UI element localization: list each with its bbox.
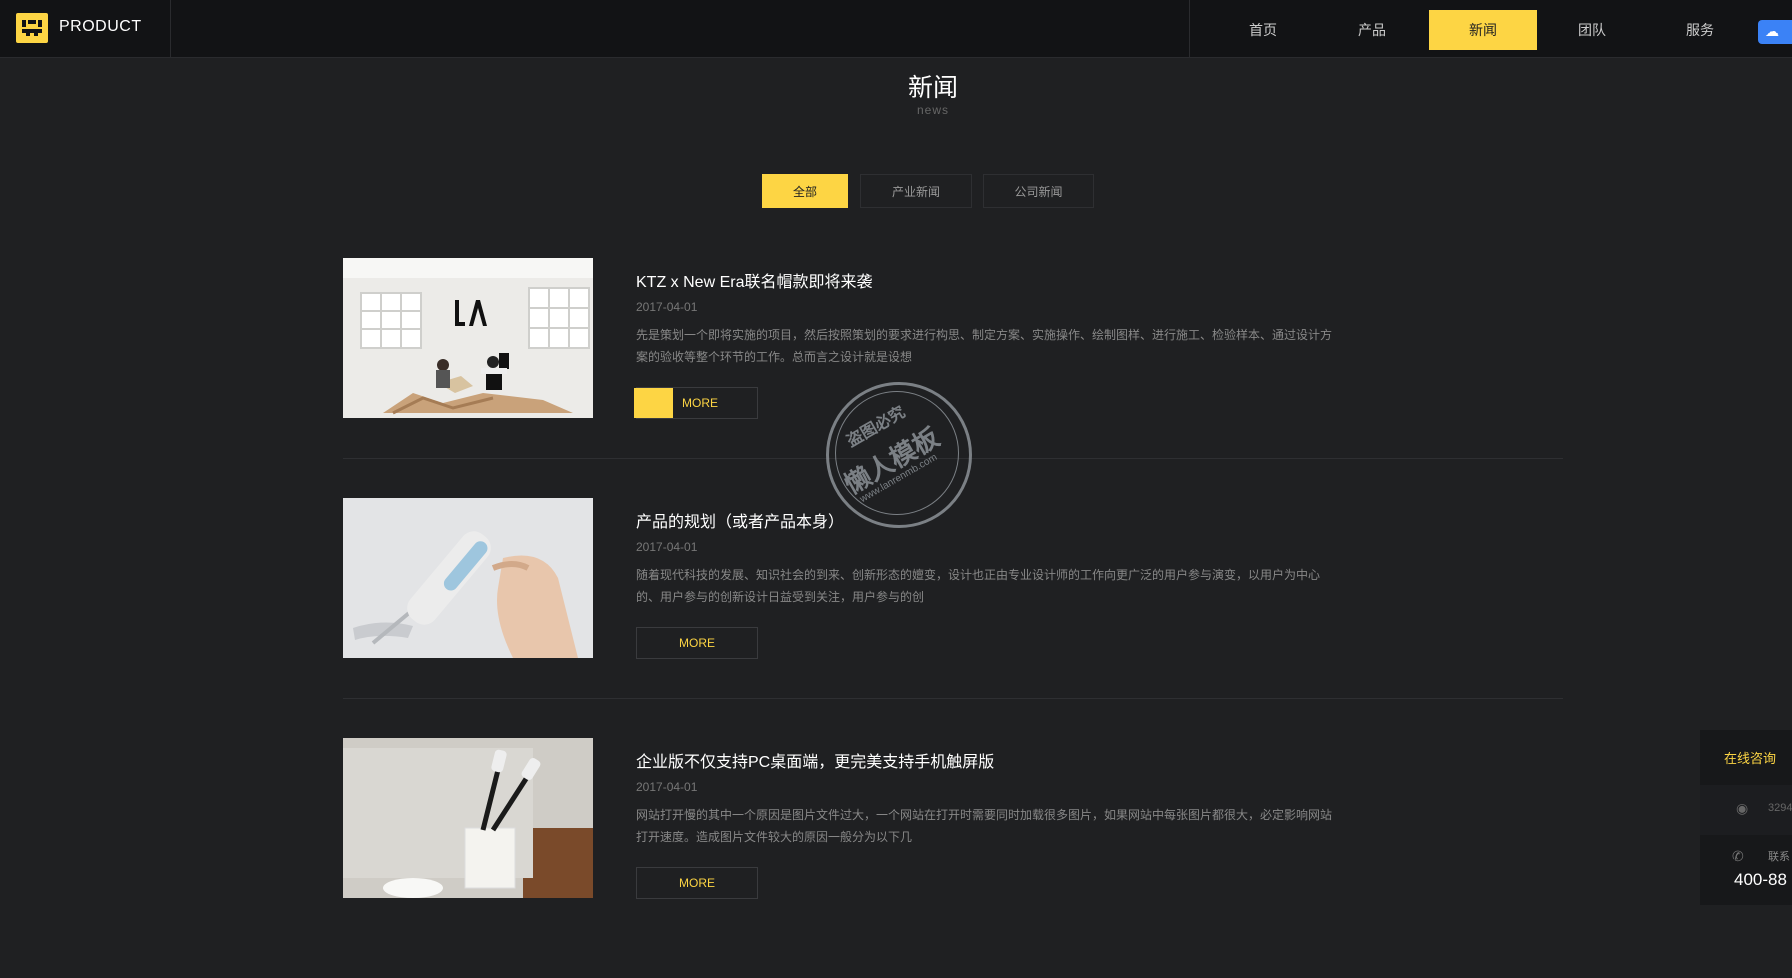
news-thumbnail[interactable]	[343, 498, 593, 658]
qq-icon: ◉	[1736, 800, 1749, 816]
news-description: 先是策划一个即将实施的项目，然后按照策划的要求进行构思、制定方案、实施操作、绘制…	[636, 328, 1333, 364]
more-button[interactable]: MORE	[634, 387, 758, 419]
more-hover-fill	[634, 388, 673, 418]
news-description: 网站打开慢的其中一个原因是图片文件过大，一个网站在打开时需要同时加载很多图片，如…	[636, 808, 1333, 844]
filter-tab-all[interactable]: 全部	[762, 174, 848, 208]
phone-number[interactable]: 400-88	[1734, 870, 1787, 890]
news-date: 2017-04-01	[636, 300, 698, 314]
news-title[interactable]: 企业版不仅支持PC桌面端，更完美支持手机触屏版	[636, 748, 994, 772]
brand-name[interactable]: PRODUCT	[59, 18, 142, 36]
page-title: 新闻	[907, 74, 958, 102]
cloud-icon: ☁	[1765, 23, 1779, 39]
top-header: PRODUCT 首页 产品 新闻 团队 服务 ☁	[0, 0, 1792, 58]
qq-number[interactable]: 3294	[1768, 802, 1792, 814]
online-consult-panel: 在线咨询 ◉ 3294 ✆ 联系 400-88	[1700, 730, 1792, 905]
more-button[interactable]: MORE	[636, 627, 758, 659]
news-title[interactable]: 产品的规划（或者产品本身）	[636, 508, 844, 532]
news-item: 产品的规划（或者产品本身） 2017-04-01 随着现代科技的发展、知识社会的…	[343, 498, 1563, 738]
header-divider	[170, 0, 171, 57]
news-title[interactable]: KTZ x New Era联名帽款即将来袭	[636, 268, 872, 292]
news-date: 2017-04-01	[636, 780, 698, 794]
logo-icon[interactable]	[16, 13, 48, 43]
more-label: MORE	[682, 396, 718, 410]
news-thumbnail[interactable]	[343, 738, 593, 898]
news-item: 企业版不仅支持PC桌面端，更完美支持手机触屏版 2017-04-01 网站打开慢…	[343, 738, 1563, 978]
header-divider	[1189, 0, 1190, 57]
news-date: 2017-04-01	[636, 540, 698, 554]
divider	[343, 698, 1563, 699]
more-button[interactable]: MORE	[636, 867, 758, 899]
consult-title[interactable]: 在线咨询	[1724, 748, 1776, 767]
nav-item-services[interactable]: 服务	[1646, 10, 1754, 50]
filter-tab-company-news[interactable]: 公司新闻	[983, 174, 1094, 208]
nav-item-news[interactable]: 新闻	[1429, 10, 1537, 50]
watermark-stamp: 盗图必究 懒人模板 www.lanrenmb.com	[826, 382, 972, 528]
news-description: 随着现代科技的发展、知识社会的到来、创新形态的嬗变，设计也正由专业设计师的工作向…	[636, 568, 1321, 604]
page-subtitle: news	[916, 103, 949, 117]
contact-label: 联系	[1768, 851, 1790, 863]
filter-tab-industry-news[interactable]: 产业新闻	[860, 174, 972, 208]
news-thumbnail[interactable]	[343, 258, 593, 418]
nav-item-team[interactable]: 团队	[1538, 10, 1646, 50]
nav-item-products[interactable]: 产品	[1318, 10, 1426, 50]
cloud-share-button[interactable]: ☁	[1758, 20, 1792, 44]
nav-item-home[interactable]: 首页	[1209, 10, 1317, 50]
phone-icon: ✆	[1732, 848, 1744, 864]
